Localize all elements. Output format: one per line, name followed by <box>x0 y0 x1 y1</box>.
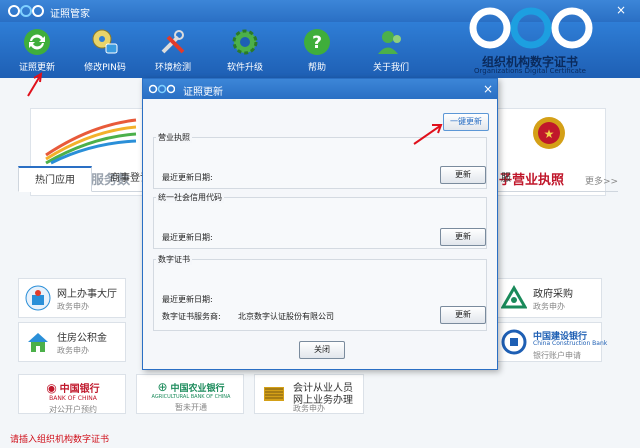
tab-service[interactable]: 服 <box>496 166 516 192</box>
ccb-logo-icon <box>501 329 527 355</box>
house-icon <box>28 333 48 352</box>
one-click-update-button[interactable]: 一键更新 <box>443 113 489 131</box>
app-accountant-services[interactable]: 会计从业人员 网上业务办理 政务申办 <box>254 374 364 414</box>
certificate-provider: 北京数字认证股份有限公司 <box>238 312 334 321</box>
app-housing-fund[interactable]: 住房公积金 政务申办 <box>18 322 126 362</box>
status-message: 请插入组织机构数字证书 <box>10 435 110 445</box>
update-certificate-button[interactable]: 更新 <box>440 306 486 324</box>
toolbar-change-pin[interactable]: 修改PIN码 <box>72 22 138 78</box>
app-title: 证照管家 <box>50 9 90 20</box>
gear-icon <box>232 29 258 55</box>
svg-text:★: ★ <box>544 127 555 141</box>
odc-logo-icon <box>8 5 44 17</box>
rainbow-swoosh-icon <box>45 118 137 165</box>
toolbar-about-us[interactable]: 关于我们 <box>358 22 424 78</box>
update-credit-code-button[interactable]: 更新 <box>440 228 486 246</box>
app-government-procurement[interactable]: 政府采购 政务申办 <box>494 278 602 318</box>
toolbar-help[interactable]: ? 帮助 <box>284 22 350 78</box>
close-dialog-button[interactable]: 关闭 <box>299 341 345 359</box>
red-arrow-icon <box>27 72 43 97</box>
dialog-title-bar: 证照更新 × <box>143 79 497 99</box>
national-emblem-icon: ★ <box>533 117 565 149</box>
section-header: 数字证书 <box>156 254 192 265</box>
procurement-icon <box>501 285 527 309</box>
app-bank-of-china[interactable]: ◉ 中国银行 BANK OF CHINA 对公开户预约 <box>18 374 126 414</box>
section-header: 统一社会信用代码 <box>156 192 224 203</box>
help-icon: ? <box>304 29 330 55</box>
app-construction-bank[interactable]: 中国建设银行 China Construction Bank 银行账户申请 <box>494 322 607 362</box>
section-header: 营业执照 <box>156 132 192 143</box>
close-window-button[interactable]: × <box>612 2 630 18</box>
toolbar-environment-check[interactable]: 环境检测 <box>140 22 206 78</box>
tools-icon <box>161 30 185 54</box>
abc-logo-icon: ⊕ <box>157 380 168 394</box>
tab-hot-apps[interactable]: 热门应用 <box>18 166 92 192</box>
red-arrow-icon <box>413 124 443 145</box>
refresh-icon <box>24 29 50 55</box>
svg-text:?: ? <box>312 33 322 53</box>
brand-logo: 组织机构数字证书 Organizations Digital Certifica… <box>450 7 630 76</box>
digital-certificate-section: 数字证书 最近更新日期: 数字证书服务商: 北京数字认证股份有限公司 更新 <box>153 254 487 331</box>
odc-brand-logo-icon <box>469 7 593 49</box>
bank-of-china-logo-icon: ◉ <box>46 381 57 395</box>
dialog-close-icon[interactable]: × <box>481 81 495 97</box>
app-agricultural-bank[interactable]: ⊕ 中国农业银行 AGRICULTURAL BANK OF CHINA 暂未开通 <box>136 374 244 414</box>
toolbar-software-upgrade[interactable]: 软件升级 <box>212 22 278 78</box>
dialog-title: 证照更新 <box>183 87 223 98</box>
credit-code-section: 统一社会信用代码 最近更新日期: 更新 <box>153 192 487 249</box>
user-icon <box>378 31 401 54</box>
more-link[interactable]: 更多>> <box>585 174 618 187</box>
status-bar: 请插入组织机构数字证书 <box>0 426 640 448</box>
update-license-button[interactable]: 更新 <box>440 166 486 184</box>
odc-logo-icon <box>149 84 175 94</box>
key-icon <box>92 29 118 54</box>
app-online-service-hall[interactable]: 网上办事大厅 政务申办 <box>18 278 126 318</box>
service-hall-icon <box>25 285 51 311</box>
brand-name-en: Organizations Digital Certificate <box>474 67 586 75</box>
calculator-icon <box>264 387 284 401</box>
